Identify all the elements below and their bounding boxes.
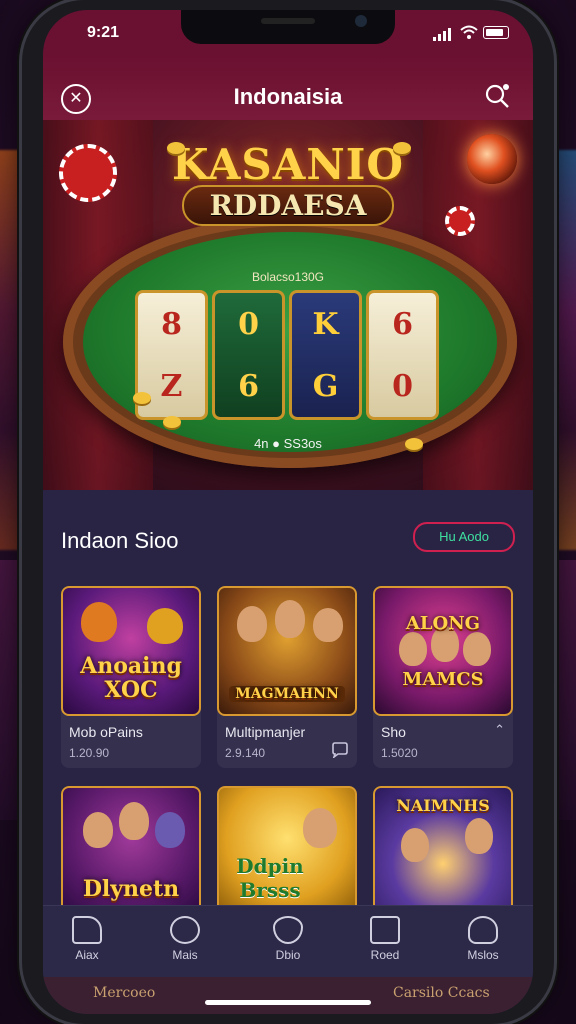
gold-coin: [163, 416, 181, 428]
nav-item-mslos[interactable]: Mslos: [443, 916, 523, 962]
character-art: [81, 602, 117, 642]
game-card[interactable]: Dlynetn: [61, 786, 201, 916]
nav-item-dbio[interactable]: Dbio: [248, 916, 328, 962]
peek-text-left: Mercoeo: [93, 985, 156, 1001]
gold-coin: [393, 142, 411, 154]
game-name: Multipmanjer: [225, 724, 306, 740]
logo-line-1: KASANIO: [172, 140, 404, 189]
gold-coin: [133, 392, 151, 404]
character-art: [147, 608, 183, 644]
notch: [181, 10, 395, 44]
peek-text-right: Carsilo Ccacs: [393, 985, 490, 1001]
character-art: [83, 812, 113, 848]
wifi-icon: [460, 25, 478, 39]
reel-symbol: K: [312, 306, 339, 342]
game-art-title: Ddpin Brsss: [236, 854, 304, 902]
reel-symbol: 0: [238, 306, 259, 342]
peek-row: Mercoeo Carsilo Ccacs: [43, 977, 533, 1014]
gold-coin: [167, 142, 185, 154]
casino-logo: KASANIO RDDAESA: [43, 140, 533, 226]
home-icon: [72, 916, 102, 944]
view-all-button[interactable]: Hu Aodo: [413, 522, 515, 552]
game-thumbnail: MAGMAHNN: [217, 586, 357, 716]
nav-label: Mslos: [467, 948, 499, 962]
reel-symbol: 6: [392, 306, 413, 342]
game-card[interactable]: NAIMNHS: [373, 786, 513, 916]
character-art: [237, 606, 267, 642]
game-art-title: Dlynetn: [82, 876, 180, 902]
game-name: Mob oPains: [69, 724, 143, 740]
game-value: 1.20.90: [69, 746, 110, 760]
logo-line-2: RDDAESA: [181, 185, 395, 226]
reel-symbol: 6: [238, 368, 259, 404]
character-art: [275, 600, 305, 638]
reel-symbol: G: [312, 368, 339, 404]
game-art-title: MAGMAHNN: [229, 686, 345, 702]
speaker-grille: [261, 18, 315, 24]
game-card[interactable]: MAGMAHNN Multipmanjer 2.9.140: [217, 586, 357, 768]
reel-symbol: 0: [392, 368, 413, 404]
status-time: 9:21: [87, 24, 120, 41]
chevron-up-icon[interactable]: ⌃: [494, 722, 505, 738]
character-art: [401, 828, 429, 862]
shield-icon: [273, 916, 303, 944]
game-thumbnail: Dlynetn: [61, 786, 201, 916]
game-name: Sho: [381, 724, 406, 740]
section-title: Indaon Sioo: [61, 528, 179, 553]
game-art-title: Anoaing XOC: [80, 653, 182, 703]
page-title: Indonaisia: [233, 84, 343, 109]
bottom-navigation: Aiax Mais Dbio Roed Mslos: [43, 905, 533, 978]
reel-symbol: 8: [161, 306, 182, 342]
slot-reel: KG: [289, 290, 362, 420]
nav-item-mais[interactable]: Mais: [145, 916, 225, 962]
nav-label: Aiax: [75, 948, 99, 962]
home-indicator[interactable]: [205, 1000, 371, 1005]
battery-icon: [483, 26, 509, 39]
game-card[interactable]: Anoaing XOC Mob oPains 1.20.90: [61, 586, 201, 768]
slot-reel: 60: [366, 290, 439, 420]
nav-label: Mais: [172, 948, 198, 962]
reel-symbol: Z: [160, 368, 183, 404]
camera-icon: [355, 15, 367, 27]
game-card[interactable]: ALONG MAMCS Sho 1.5020 ⌃: [373, 586, 513, 768]
app-header: ✕ Indonaisia: [43, 54, 533, 120]
phone-frame: 9:21 ✕ Indonaisia KASANIO RDDAESA Bolacs…: [22, 0, 554, 1024]
phone-screen: 9:21 ✕ Indonaisia KASANIO RDDAESA Bolacs…: [43, 10, 533, 1014]
search-icon[interactable]: [483, 82, 511, 110]
character-art: [119, 802, 149, 840]
game-art-title: ALONG MAMCS: [402, 613, 484, 690]
gold-coin: [405, 438, 423, 450]
game-thumbnail: NAIMNHS: [373, 786, 513, 916]
hero-banner[interactable]: KASANIO RDDAESA Bolacso130G 8Z 06 KG 60 …: [43, 120, 533, 490]
character-art: [155, 812, 185, 848]
game-thumbnail: Anoaing XOC: [61, 586, 201, 716]
slot-reels: 8Z 06 KG 60: [135, 290, 439, 420]
nav-label: Roed: [370, 948, 400, 962]
nav-item-roed[interactable]: Roed: [345, 916, 425, 962]
table-balance: Bolacso130G: [251, 270, 325, 284]
character-art: [465, 818, 493, 854]
game-card[interactable]: Ddpin Brsss: [217, 786, 357, 916]
game-value: 1.5020: [381, 746, 418, 760]
game-thumbnail: ALONG MAMCS: [373, 586, 513, 716]
game-thumbnail: Ddpin Brsss: [217, 786, 357, 916]
game-art-title: NAIMNHS: [396, 796, 490, 815]
character-art: [303, 808, 337, 848]
profile-icon: [468, 916, 498, 944]
nav-item-home[interactable]: Aiax: [47, 916, 127, 962]
signal-icon: [433, 28, 451, 41]
user-icon: [170, 916, 200, 944]
bet-readout: 4n ● SS3os: [254, 436, 322, 451]
nav-label: Dbio: [275, 948, 301, 962]
character-art: [313, 608, 343, 642]
slot-reel: 06: [212, 290, 285, 420]
chat-icon[interactable]: [331, 742, 349, 758]
bag-icon: [370, 916, 400, 944]
